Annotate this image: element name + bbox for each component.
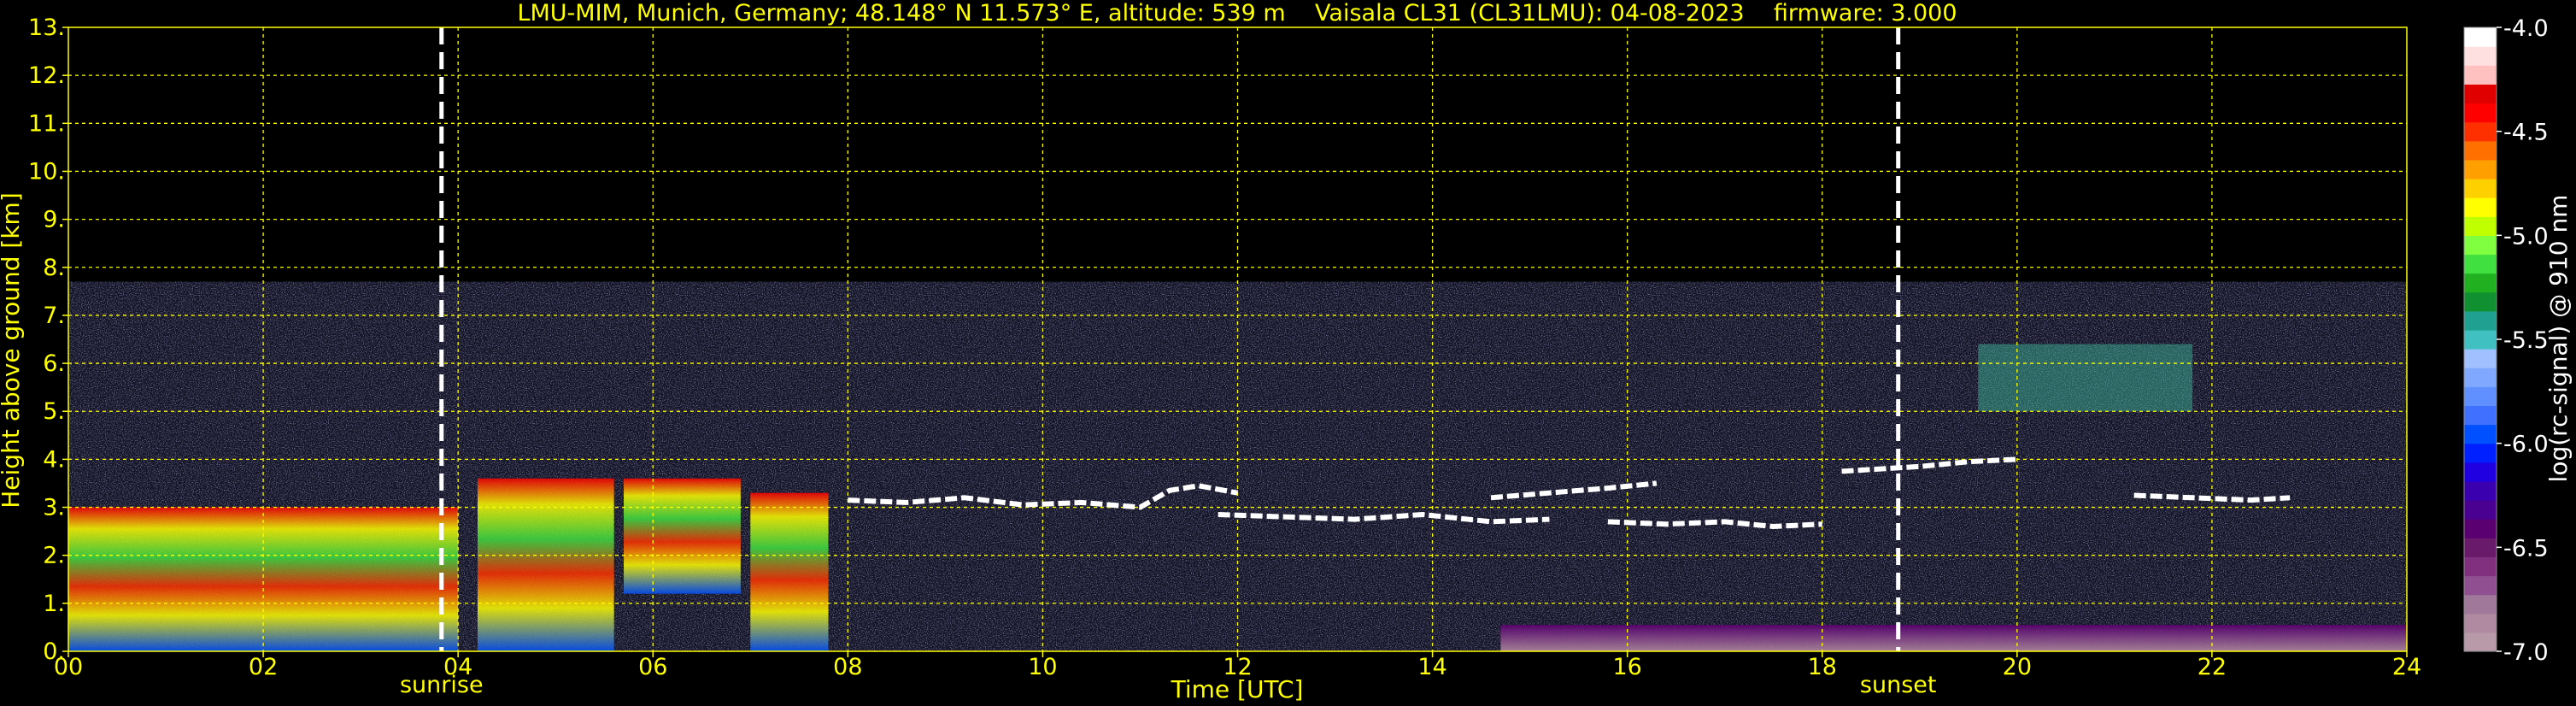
colorbar-segment — [2464, 140, 2497, 161]
colorbar-segment — [2464, 27, 2497, 47]
colorbar-label: log(rc-signal) @ 910 nm — [2544, 195, 2573, 483]
x-tick-label: 18 — [1808, 654, 1837, 680]
y-tick-label: 10. — [28, 158, 65, 185]
y-tick-label: 0. — [43, 638, 65, 665]
colorbar-segment — [2464, 197, 2497, 217]
y-tick-label: 3. — [43, 495, 65, 521]
y-tick-label: 4. — [43, 446, 65, 473]
colorbar-segment — [2464, 632, 2497, 652]
elevated-aerosol-layer — [1978, 344, 2193, 412]
colorbar-segment — [2464, 613, 2497, 633]
colorbar-segment — [2464, 443, 2497, 463]
colorbar-segment — [2464, 329, 2497, 350]
colorbar-segment — [2464, 235, 2497, 256]
y-tick-label: 13. — [28, 15, 65, 41]
plot-area: sunrise sunset — [67, 26, 2408, 698]
y-tick-label: 6. — [43, 350, 65, 377]
colorbar-segment — [2464, 46, 2497, 66]
colorbar-tick-label: -5.0 — [2503, 223, 2549, 250]
colorbar-tick-label: -5.5 — [2503, 327, 2549, 354]
chart-title: LMU-MIM, Munich, Germany; 48.148° N 11.5… — [517, 0, 1957, 26]
colorbar-tick-label: -4.5 — [2503, 120, 2549, 146]
colorbar-segment — [2464, 480, 2497, 501]
x-tick-label: 20 — [2003, 654, 2032, 680]
x-tick-label: 08 — [833, 654, 862, 680]
colorbar-segment — [2464, 462, 2497, 482]
colorbar-segment — [2464, 519, 2497, 538]
x-tick-label: 22 — [2198, 654, 2227, 680]
x-tick-label: 10 — [1028, 654, 1057, 680]
aerosol-plume — [624, 478, 741, 594]
colorbar-segment — [2464, 254, 2497, 274]
y-axis-label: Height above ground [km] — [0, 192, 25, 509]
colorbar-segment — [2464, 84, 2497, 104]
colorbar-segment — [2464, 538, 2497, 557]
colorbar-segment — [2464, 349, 2497, 368]
aerosol-plume — [750, 492, 829, 651]
y-tick-label: 12. — [28, 62, 65, 89]
colorbar-segment — [2464, 291, 2497, 312]
colorbar-segment — [2464, 424, 2497, 444]
x-tick-label: 02 — [249, 654, 278, 680]
x-tick-label: 16 — [1612, 654, 1641, 680]
colorbar-segment — [2464, 500, 2497, 520]
colorbar-segment — [2464, 273, 2497, 293]
colorbar: -4.0 -4.5 -5.0 -5.5 -6.0 -6.5 -7.0 — [2463, 15, 2549, 666]
sun-marker-label: sunset — [1860, 672, 1937, 698]
y-axis-ticks: 0. 1. 2. 3. 4. 5. 6. 7. 8. 9. 10. 11. 12. 13. — [28, 15, 68, 665]
y-tick-label: 9. — [43, 207, 65, 233]
colorbar-tick-label: -6.5 — [2503, 535, 2549, 562]
y-tick-label: 8. — [43, 255, 65, 281]
colorbar-segment — [2464, 159, 2497, 179]
x-tick-label: 14 — [1417, 654, 1446, 680]
colorbar-tick-label: -7.0 — [2503, 639, 2549, 666]
y-tick-label: 7. — [43, 303, 65, 329]
colorbar-segment — [2464, 556, 2497, 577]
colorbar-segment — [2464, 103, 2497, 123]
y-tick-label: 1. — [43, 591, 65, 617]
colorbar-segment — [2464, 368, 2497, 387]
colorbar-segment — [2464, 405, 2497, 426]
colorbar-segment — [2464, 575, 2497, 596]
colorbar-segment — [2464, 594, 2497, 615]
colorbar-segment — [2464, 178, 2497, 198]
surface-layer — [1500, 625, 2407, 651]
colorbar-segment — [2464, 386, 2497, 407]
ceilometer-chart: sunrise sunset 00 02 04 06 08 10 12 14 16 18 20 22 24… — [0, 0, 2573, 703]
y-tick-label: 2. — [43, 543, 65, 569]
x-tick-label: 04 — [443, 654, 472, 680]
colorbar-tick-label: -6.0 — [2503, 432, 2549, 458]
colorbar-segment — [2464, 121, 2497, 142]
x-tick-label: 24 — [2392, 654, 2421, 680]
colorbar-segment — [2464, 216, 2497, 236]
aerosol-plume — [477, 478, 614, 651]
x-tick-label: 06 — [638, 654, 667, 680]
colorbar-tick-label: -4.0 — [2503, 15, 2549, 42]
y-tick-label: 11. — [28, 110, 65, 137]
colorbar-segment — [2464, 310, 2497, 331]
colorbar-segment — [2464, 65, 2497, 85]
x-axis-label: Time [UTC] — [1171, 675, 1304, 703]
y-tick-label: 5. — [43, 398, 65, 425]
